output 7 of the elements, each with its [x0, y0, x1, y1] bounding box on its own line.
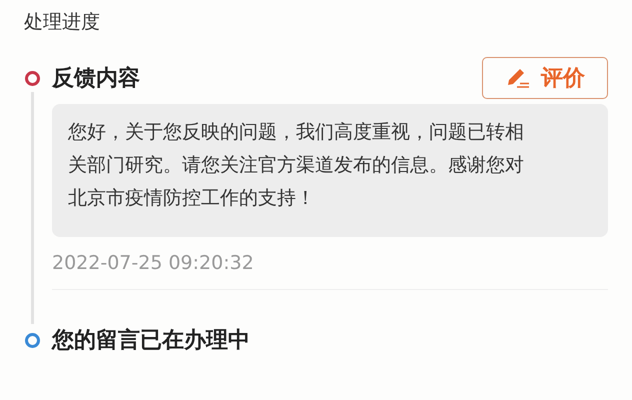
- section-title: 处理进度: [24, 11, 100, 33]
- rate-button[interactable]: 评价: [482, 57, 608, 99]
- timestamp: 2022-07-25 09:20:32: [52, 250, 254, 276]
- step-title: 反馈内容: [52, 64, 140, 92]
- pencil-icon: [505, 66, 531, 90]
- message-text: 您好，关于您反映的问题，我们高度重视，问题已转相关部门研究。请您关注官方渠道发布的信息。感谢您对北京市疫情防控工作的支持！: [68, 120, 525, 211]
- step-title: 您的留言已在办理中: [52, 326, 250, 354]
